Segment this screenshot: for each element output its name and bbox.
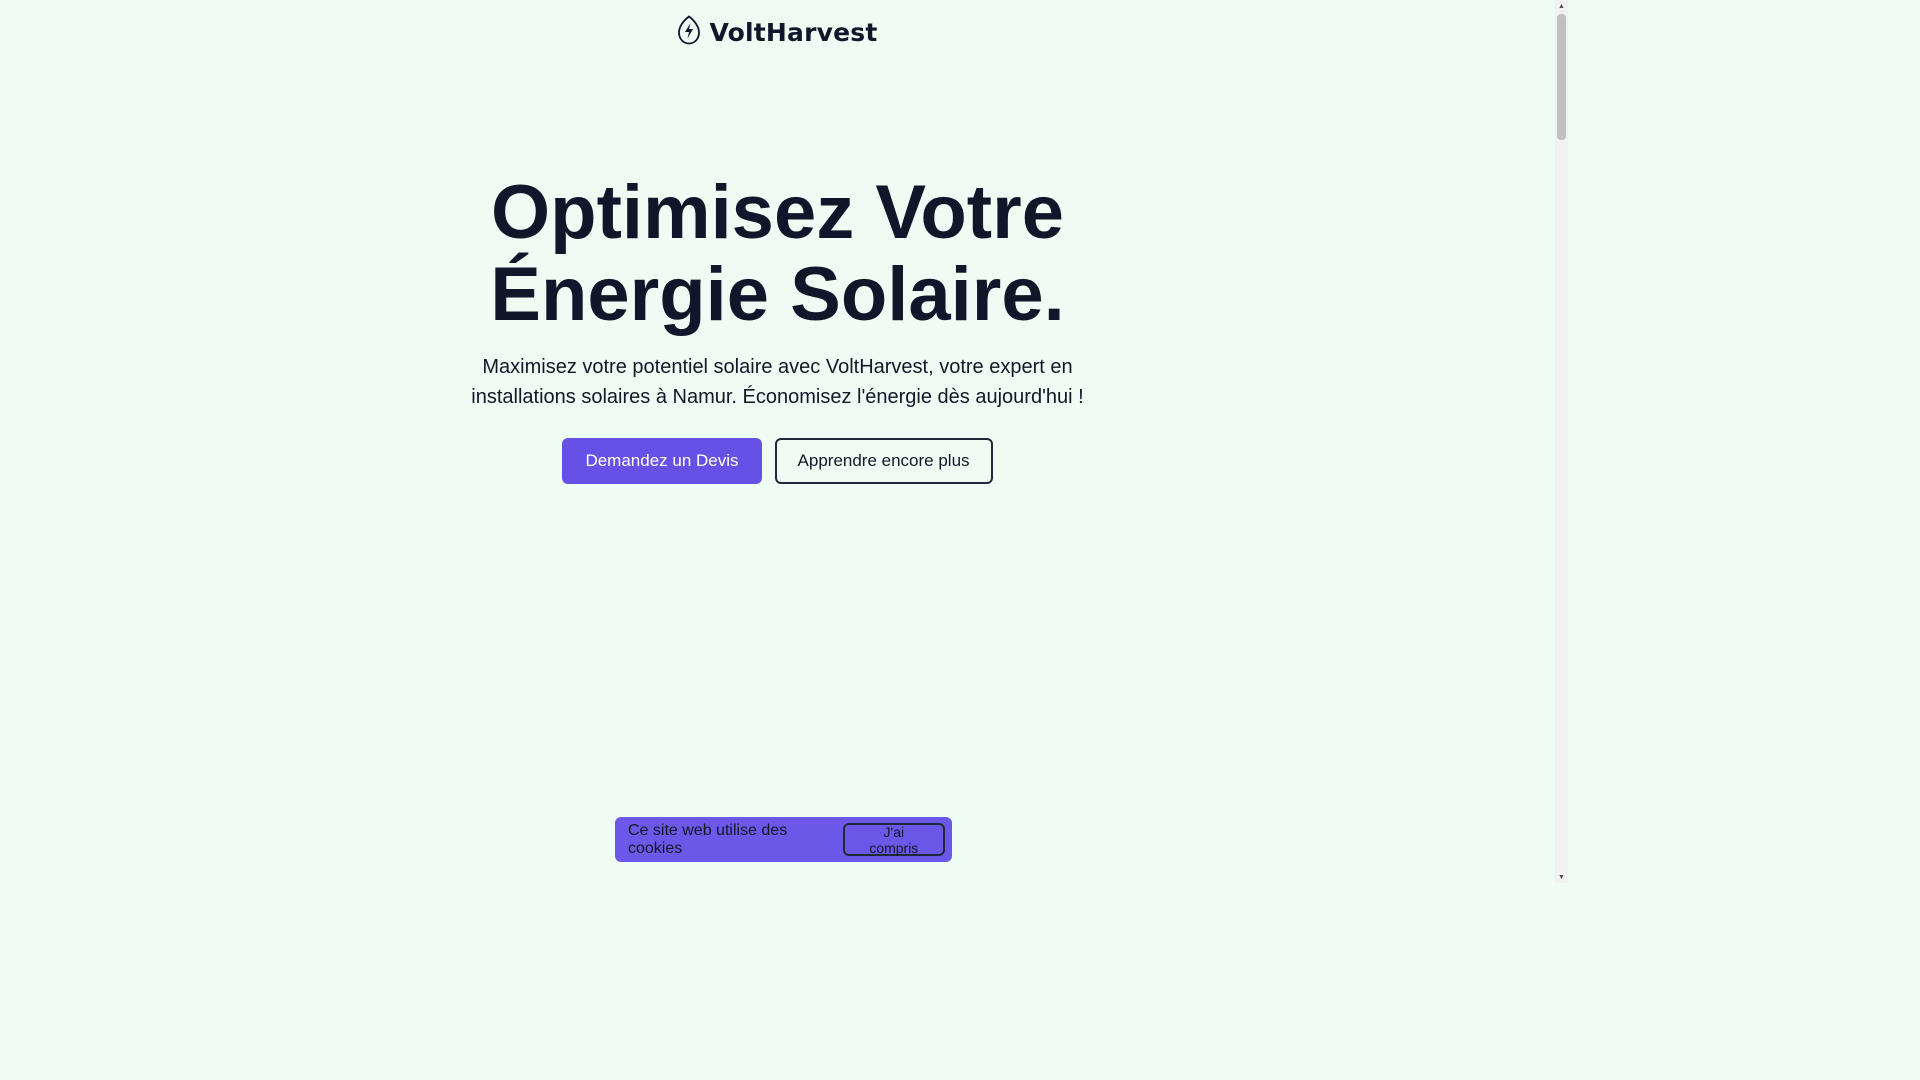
hero-section: Optimisez Votre Énergie Solaire. Maximis…: [0, 172, 1555, 484]
request-quote-button[interactable]: Demandez un Devis: [562, 438, 762, 484]
hero-subtitle: Maximisez votre potentiel solaire avec V…: [471, 356, 1084, 408]
lightning-bolt-icon: [677, 14, 701, 45]
cookie-banner: Ce site web utilise des cookies J'ai com…: [615, 817, 952, 862]
scrollbar-thumb[interactable]: [1557, 14, 1566, 140]
hero-title-line-2: Énergie Solaire.: [490, 252, 1065, 337]
vertical-scrollbar[interactable]: ▲ ▼: [1555, 0, 1568, 883]
scroll-up-icon[interactable]: ▲: [1555, 0, 1568, 12]
hero-title: Optimisez Votre Énergie Solaire.: [428, 172, 1128, 336]
cookie-message: Ce site web utilise des cookies: [628, 821, 788, 857]
scroll-down-icon[interactable]: ▼: [1555, 871, 1568, 883]
brand-name: VoltHarvest: [709, 18, 878, 47]
learn-more-button[interactable]: Apprendre encore plus: [774, 438, 993, 484]
cta-row: Demandez un Devis Apprendre encore plus: [0, 438, 1555, 484]
site-header: VoltHarvest: [0, 12, 1555, 47]
cookie-accept-button[interactable]: J'ai compris: [842, 823, 945, 856]
brand-logo-link[interactable]: VoltHarvest: [677, 12, 877, 47]
hero-title-line-1: Optimisez Votre: [491, 170, 1064, 255]
